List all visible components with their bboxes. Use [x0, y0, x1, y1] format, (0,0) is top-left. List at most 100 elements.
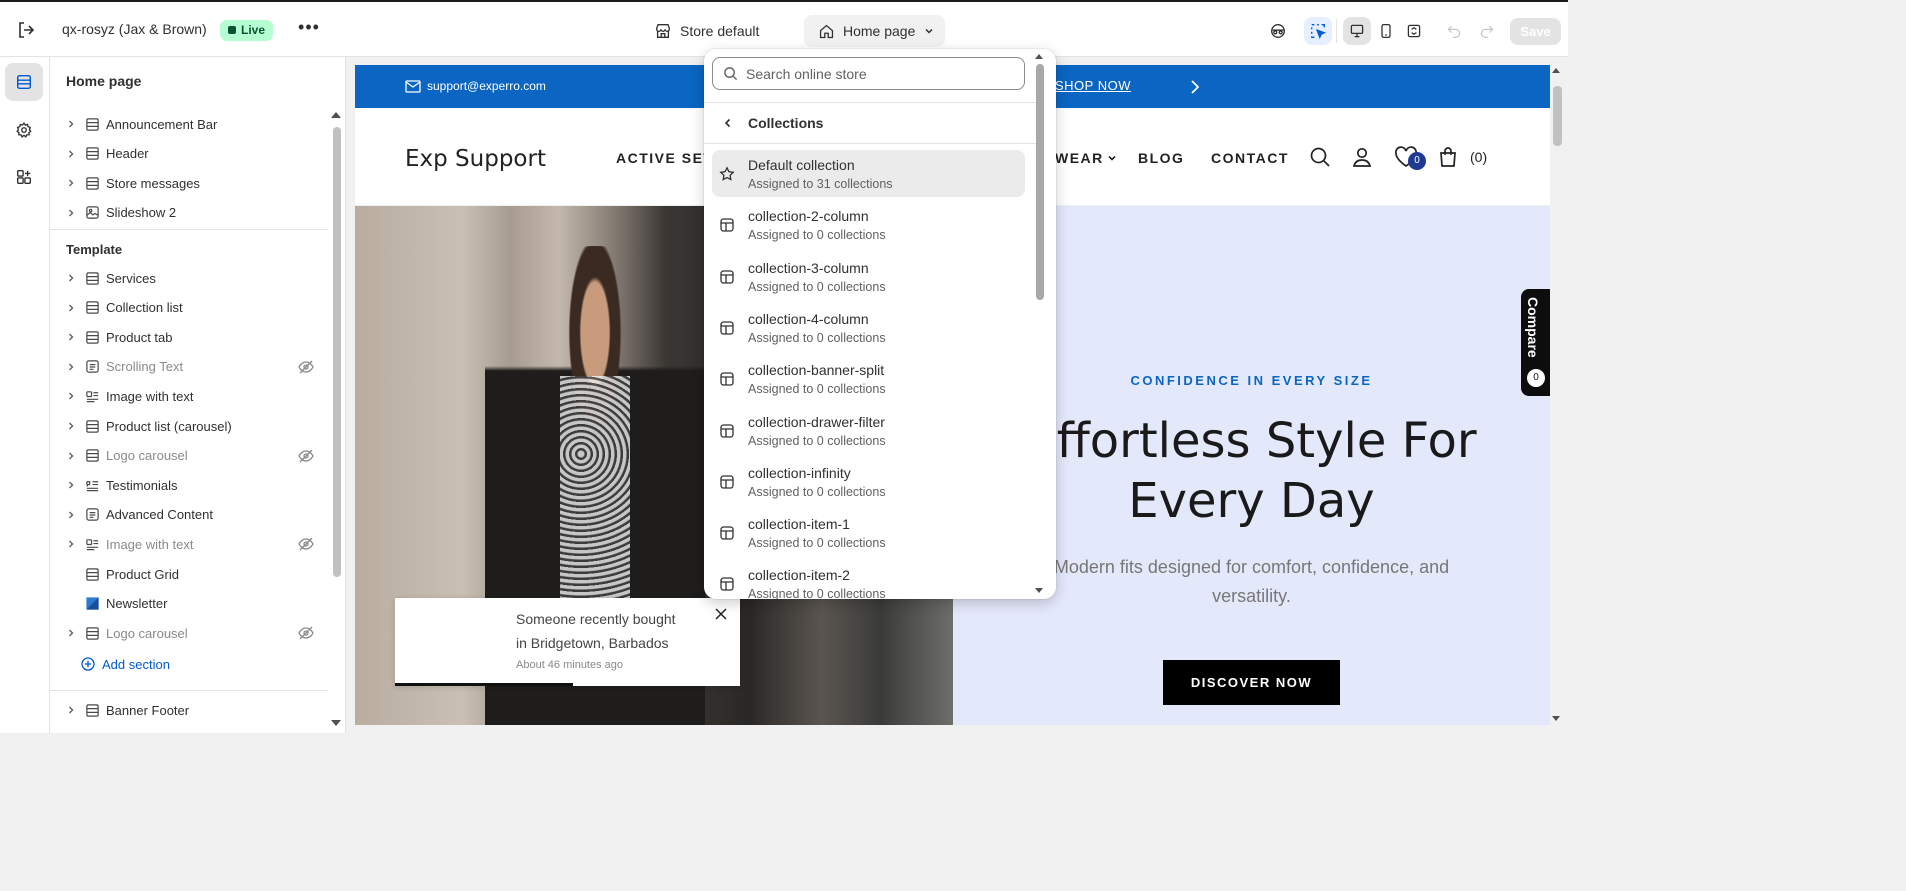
apps-nav-button[interactable]	[5, 158, 43, 196]
chevron-right-icon[interactable]	[64, 703, 78, 717]
exit-icon[interactable]	[16, 20, 36, 40]
sidebar-item-label: Advanced Content	[106, 507, 213, 523]
section-icon	[84, 448, 100, 464]
template-option-collection-2-column[interactable]: collection-2-column Assigned to 0 collect…	[712, 201, 1025, 248]
hidden-eye-icon[interactable]	[298, 626, 314, 640]
chevron-right-icon[interactable]	[64, 117, 78, 131]
sidebar-item-newsletter[interactable]: Newsletter	[64, 591, 334, 617]
template-option-collection-item-2[interactable]: collection-item-2 Assigned to 0 collectio…	[712, 560, 1025, 599]
sidebar-item-store-messages[interactable]: Store messages	[64, 170, 334, 196]
nav-wear[interactable]: WEAR	[1055, 150, 1117, 166]
template-option-collection-3-column[interactable]: collection-3-column Assigned to 0 collect…	[712, 253, 1025, 300]
redo-icon[interactable]	[1473, 17, 1501, 45]
scroll-down-arrow[interactable]	[331, 720, 341, 726]
sidebar-item-product-list-carousel[interactable]: Product list (carousel)	[64, 413, 334, 439]
sidebar-item-banner-footer[interactable]: Banner Footer	[64, 697, 334, 723]
chevron-right-icon[interactable]	[64, 508, 78, 522]
chevron-right-icon[interactable]	[64, 176, 78, 190]
sidebar-item-product-tab[interactable]: Product tab	[64, 324, 334, 350]
preview-scroll-down-arrow[interactable]	[1552, 716, 1560, 721]
store-logo[interactable]: Exp Support	[405, 146, 546, 172]
search-icon[interactable]	[1309, 146, 1333, 170]
chevron-right-icon[interactable]	[64, 478, 78, 492]
sidebar-item-label: Product Grid	[106, 566, 179, 582]
mobile-view-icon[interactable]	[1372, 17, 1400, 45]
template-option-name: collection-banner-split	[748, 362, 885, 379]
slideshow-icon	[84, 205, 100, 221]
sidebar-item-scrolling-text[interactable]: Scrolling Text	[64, 354, 334, 380]
select-element-icon[interactable]	[1304, 17, 1332, 45]
dropdown-scrollbar[interactable]	[1036, 64, 1044, 300]
sidebar-item-services[interactable]: Services	[64, 265, 334, 291]
sidebar-item-image-with-text[interactable]: Image with text	[64, 383, 334, 409]
chevron-right-icon[interactable]	[64, 206, 78, 220]
template-option-collection-banner-split[interactable]: collection-banner-split Assigned to 0 col…	[712, 355, 1025, 402]
hidden-eye-icon[interactable]	[298, 449, 314, 463]
chevron-right-icon[interactable]	[64, 389, 78, 403]
add-section-button[interactable]: Add section	[80, 651, 345, 677]
nav-blog[interactable]: BLOG	[1138, 150, 1184, 166]
template-option-collection-drawer-filter[interactable]: collection-drawer-filter Assigned to 0 co…	[712, 407, 1025, 454]
preview-scroll-up-arrow[interactable]	[1552, 68, 1560, 73]
sidebar-item-label: Services	[106, 270, 156, 286]
sidebar-item-image-with-text[interactable]: Image with text	[64, 531, 334, 557]
close-icon[interactable]	[713, 606, 729, 622]
scroll-up-arrow[interactable]	[331, 112, 341, 118]
template-option-collection-infinity[interactable]: collection-infinity Assigned to 0 collect…	[712, 458, 1025, 505]
save-button[interactable]: Save	[1510, 18, 1561, 45]
nav-contact[interactable]: CONTACT	[1211, 150, 1289, 166]
sidebar-item-logo-carousel[interactable]: Logo carousel	[64, 620, 334, 646]
preview-scrollbar[interactable]	[1553, 86, 1562, 146]
chevron-right-icon[interactable]	[64, 537, 78, 551]
fullscreen-icon[interactable]	[1400, 17, 1428, 45]
chevron-right-icon[interactable]	[1189, 79, 1201, 98]
theme-selector[interactable]: Store default	[654, 20, 759, 42]
page-selector-button[interactable]: Home page	[804, 15, 945, 47]
sidebar-item-collection-list[interactable]: Collection list	[64, 295, 334, 321]
template-option-default-collection[interactable]: Default collection Assigned to 31 collect…	[712, 150, 1025, 197]
sidebar-item-product-grid[interactable]: Product Grid	[64, 561, 334, 587]
sections-nav-button[interactable]	[5, 63, 43, 101]
gear-icon	[16, 122, 32, 138]
hidden-eye-icon[interactable]	[298, 537, 314, 551]
inspector-icon[interactable]	[1264, 17, 1292, 45]
live-status-badge: Live	[220, 20, 274, 41]
template-option-collection-4-column[interactable]: collection-4-column Assigned to 0 collect…	[712, 304, 1025, 351]
sidebar-item-announcement-bar[interactable]: Announcement Bar	[64, 111, 334, 137]
compare-tab[interactable]: Compare 0	[1521, 289, 1550, 396]
more-actions-button[interactable]: •••	[298, 18, 320, 40]
dropdown-scroll-down-arrow[interactable]	[1035, 588, 1043, 593]
chevron-right-icon[interactable]	[64, 330, 78, 344]
search-field[interactable]	[712, 57, 1025, 90]
chevron-right-icon[interactable]	[64, 449, 78, 463]
undo-icon[interactable]	[1440, 17, 1468, 45]
account-icon[interactable]	[1351, 146, 1375, 170]
desktop-view-icon[interactable]	[1343, 17, 1371, 45]
sidebar-scrollbar[interactable]	[333, 127, 341, 577]
cart-icon[interactable]	[1437, 146, 1461, 170]
announcement-email[interactable]: support@experro.com	[405, 79, 546, 93]
nav-active-set[interactable]: ACTIVE SET	[616, 150, 713, 166]
theme-label: Store default	[680, 23, 760, 39]
search-input[interactable]	[746, 65, 1006, 82]
template-option-collection-item-1[interactable]: collection-item-1 Assigned to 0 collectio…	[712, 509, 1025, 556]
sidebar-item-header[interactable]: Header	[64, 141, 334, 167]
sidebar-item-slideshow-2[interactable]: Slideshow 2	[64, 200, 334, 226]
sidebar-item-testimonials[interactable]: Testimonials	[64, 472, 334, 498]
shop-now-link[interactable]: SHOP NOW	[1055, 78, 1131, 93]
chevron-right-icon[interactable]	[64, 419, 78, 433]
sidebar-item-advanced-content[interactable]: Advanced Content	[64, 502, 334, 528]
dropdown-scroll-up-arrow[interactable]	[1035, 54, 1043, 59]
sidebar-item-logo-carousel[interactable]: Logo carousel	[64, 443, 334, 469]
cart-count[interactable]: (0)	[1470, 149, 1487, 165]
chevron-down-icon	[1108, 155, 1116, 161]
hidden-eye-icon[interactable]	[298, 360, 314, 374]
theme-settings-nav-button[interactable]	[5, 111, 43, 149]
chevron-right-icon[interactable]	[64, 360, 78, 374]
chevron-right-icon[interactable]	[64, 147, 78, 161]
chevron-right-icon[interactable]	[64, 301, 78, 315]
chevron-right-icon[interactable]	[64, 271, 78, 285]
discover-now-button[interactable]: DISCOVER NOW	[1163, 660, 1340, 705]
back-to-collections-button[interactable]: Collections	[712, 109, 1025, 137]
chevron-right-icon[interactable]	[64, 626, 78, 640]
